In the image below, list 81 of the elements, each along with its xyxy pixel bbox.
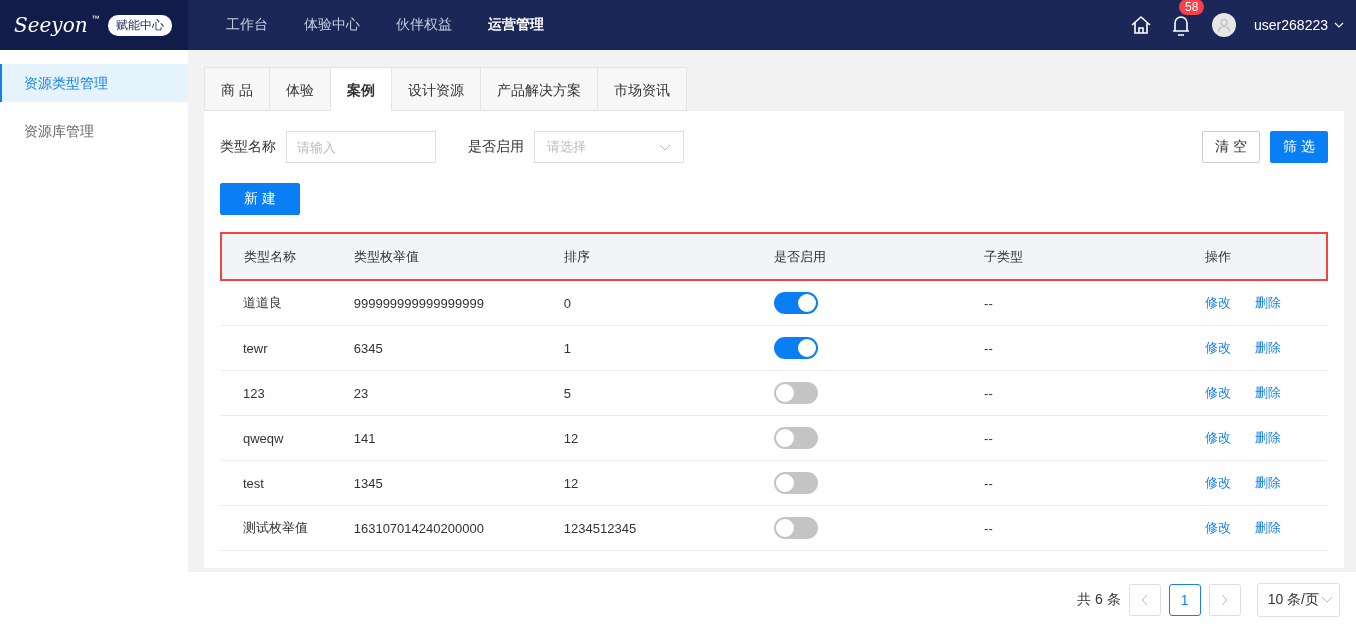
column-header: 是否启用 — [773, 248, 826, 264]
nav-item[interactable]: 工作台 — [208, 16, 286, 34]
total-count: 共 6 条 — [1077, 590, 1121, 609]
chevron-down-icon — [659, 143, 671, 151]
delete-link[interactable]: 删除 — [1255, 385, 1282, 400]
table-cell: -- — [984, 295, 993, 311]
table-cell: 12 — [563, 430, 579, 446]
logo-badge: 赋能中心 — [107, 14, 172, 36]
tab[interactable]: 案例 — [329, 67, 391, 111]
filter-button[interactable]: 筛 选 — [1270, 131, 1328, 163]
delete-link[interactable]: 删除 — [1255, 430, 1282, 445]
edit-link[interactable]: 修改 — [1205, 295, 1232, 310]
sidebar-item[interactable]: 资源库管理 — [0, 112, 188, 150]
edit-link[interactable]: 修改 — [1205, 385, 1232, 400]
table-cell: 12 — [563, 475, 579, 491]
nav-item[interactable]: 运营管理 — [470, 16, 562, 34]
delete-link[interactable]: 删除 — [1255, 520, 1282, 535]
table-cell: -- — [984, 340, 993, 356]
username[interactable]: user268223 — [1254, 17, 1328, 33]
notification-count: 58 — [1179, 0, 1205, 15]
edit-link[interactable]: 修改 — [1205, 430, 1232, 445]
table-cell: -- — [984, 520, 993, 536]
chevron-down-icon[interactable] — [1334, 22, 1344, 28]
logo-text: Seeyon — [14, 13, 88, 37]
table-cell: 6345 — [353, 340, 383, 356]
trademark-mark: ™ — [91, 14, 100, 23]
table-cell: 0 — [563, 295, 572, 311]
chevron-down-icon — [1321, 596, 1333, 603]
filter-label: 是否启用 — [468, 138, 524, 156]
tab[interactable]: 商 品 — [204, 67, 269, 111]
table-cell: 1345 — [353, 475, 383, 491]
delete-link[interactable]: 删除 — [1255, 295, 1282, 310]
sidebar-item[interactable]: 资源类型管理 — [0, 64, 188, 102]
toggle-switch[interactable] — [773, 382, 818, 404]
name-input-field[interactable]: 请输入 — [286, 131, 436, 163]
filter-label: 类型名称 — [220, 138, 276, 156]
table-cell: 999999999999999999 — [353, 295, 484, 311]
column-header: 子类型 — [984, 248, 1024, 264]
table-cell: test — [243, 475, 264, 491]
clear-button[interactable]: 清 空 — [1202, 131, 1261, 163]
toggle-switch[interactable] — [773, 292, 818, 314]
nav-item[interactable]: 伙伴权益 — [378, 16, 470, 34]
table-cell: -- — [984, 475, 993, 491]
delete-link[interactable]: 删除 — [1255, 475, 1282, 490]
column-header: 类型名称 — [244, 248, 296, 264]
edit-link[interactable]: 修改 — [1205, 340, 1232, 355]
toggle-switch[interactable] — [773, 427, 818, 449]
nav-item[interactable]: 体验中心 — [286, 16, 378, 34]
table-cell: 测试枚举值 — [243, 520, 308, 535]
avatar-icon[interactable] — [1212, 13, 1237, 37]
table-cell: 1234512345 — [563, 520, 637, 536]
tab[interactable]: 市场资讯 — [596, 67, 687, 111]
tab[interactable]: 体验 — [268, 67, 330, 111]
table-cell: -- — [984, 385, 993, 401]
edit-link[interactable]: 修改 — [1205, 475, 1232, 490]
table-cell: -- — [984, 430, 993, 446]
table-cell: 141 — [353, 430, 376, 446]
new-button[interactable]: 新 建 — [220, 183, 300, 215]
column-header: 操作 — [1205, 248, 1232, 264]
table-cell: 道道良 — [243, 295, 282, 310]
page-size-select[interactable]: 10 条/页 — [1256, 582, 1340, 617]
toggle-switch[interactable] — [773, 337, 818, 359]
table-cell: tewr — [243, 340, 268, 356]
table-cell: qweqw — [243, 430, 284, 446]
toggle-switch[interactable] — [773, 472, 818, 494]
table-cell: 1 — [563, 340, 572, 356]
chevron-left-icon — [1141, 593, 1149, 606]
table-cell: 163107014240200000 — [353, 520, 484, 536]
edit-link[interactable]: 修改 — [1205, 520, 1232, 535]
delete-link[interactable]: 删除 — [1255, 340, 1282, 355]
tab[interactable]: 设计资源 — [390, 67, 480, 111]
table-cell: 123 — [243, 385, 265, 401]
table-cell: 5 — [563, 385, 572, 401]
tab[interactable]: 产品解决方案 — [479, 67, 597, 111]
column-header: 排序 — [563, 248, 590, 264]
table-cell: 23 — [353, 385, 369, 401]
column-header: 类型枚举值 — [353, 248, 419, 264]
toggle-switch[interactable] — [773, 517, 818, 539]
home-icon[interactable] — [1130, 14, 1153, 36]
chevron-right-icon — [1221, 593, 1229, 606]
page-button[interactable]: 1 — [1168, 583, 1201, 616]
